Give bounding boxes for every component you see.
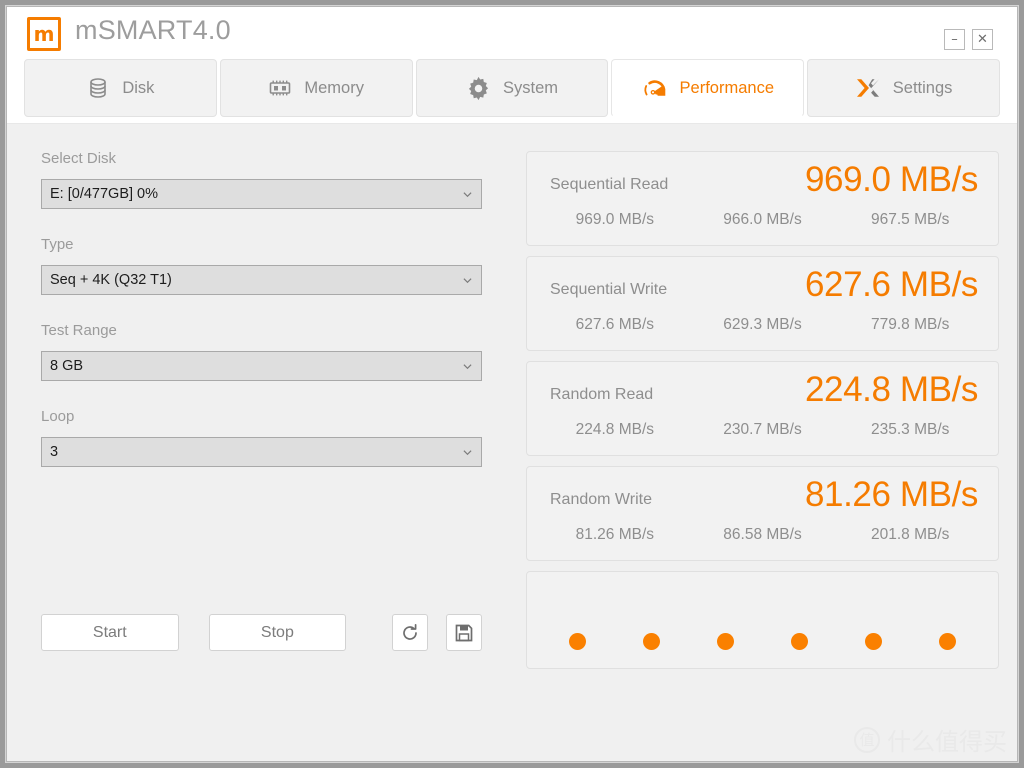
result-sub-value: 235.3 MB/s	[870, 421, 950, 438]
save-floppy-icon	[455, 624, 473, 641]
watermark: 值 什么值得买	[854, 722, 1007, 757]
test-configuration-panel: Select Disk E: [0/477GB] 0% Type Seq + 4…	[41, 150, 482, 494]
close-button[interactable]: ✕	[972, 29, 993, 50]
result-main-value: 81.26 MB/s	[804, 475, 978, 514]
speedometer-icon	[642, 75, 668, 101]
tab-label-performance: Performance	[679, 78, 775, 97]
tab-label-memory: Memory	[304, 78, 364, 97]
progress-dot-row	[547, 633, 978, 650]
result-sub-value: 969.0 MB/s	[575, 211, 655, 228]
save-button[interactable]	[446, 614, 482, 651]
tools-x-icon	[855, 76, 881, 100]
loop-dropdown[interactable]: 3	[41, 437, 482, 467]
title-bar: m mSMART4.0 – ✕	[7, 7, 1017, 59]
result-title: Random Read	[550, 386, 654, 403]
progress-panel	[526, 571, 999, 669]
result-card-sequential-read: Sequential Read 969.0 MB/s 969.0 MB/s 96…	[526, 151, 999, 246]
label-test-range: Test Range	[41, 322, 117, 339]
result-sub-values: 224.8 MB/s 230.7 MB/s 235.3 MB/s	[541, 421, 984, 439]
watermark-badge-icon: 值	[854, 726, 880, 753]
result-sub-value: 629.3 MB/s	[723, 316, 802, 333]
progress-dot	[717, 633, 734, 650]
start-button[interactable]: Start	[41, 614, 179, 651]
watermark-text: 什么值得买	[887, 728, 1007, 756]
result-sub-value: 224.8 MB/s	[575, 421, 655, 438]
result-sub-value: 201.8 MB/s	[870, 526, 950, 543]
field-test-range: Test Range 8 GB	[41, 322, 482, 381]
gear-icon	[466, 76, 491, 101]
app-logo-icon: m	[27, 17, 61, 51]
result-main-value: 969.0 MB/s	[804, 160, 978, 199]
result-sub-values: 81.26 MB/s 86.58 MB/s 201.8 MB/s	[541, 526, 984, 544]
progress-dot	[569, 633, 586, 650]
label-select-disk: Select Disk	[41, 150, 117, 167]
tab-label-settings: Settings	[892, 78, 953, 97]
result-sub-value: 81.26 MB/s	[575, 526, 655, 543]
chevron-down-icon	[463, 192, 472, 198]
refresh-icon	[403, 623, 417, 640]
tab-performance[interactable]: Performance	[611, 59, 805, 117]
tab-label-system: System	[502, 78, 558, 97]
application-window: m mSMART4.0 – ✕ Disk Memory System Perfo…	[6, 6, 1018, 762]
action-button-bar: Start Stop	[41, 614, 482, 651]
progress-dot	[939, 633, 956, 650]
field-select-disk: Select Disk E: [0/477GB] 0%	[41, 150, 482, 209]
result-title: Sequential Write	[550, 281, 668, 298]
tab-bar: Disk Memory System Performance Settings	[7, 59, 1017, 123]
result-card-sequential-write: Sequential Write 627.6 MB/s 627.6 MB/s 6…	[526, 256, 999, 351]
test-range-dropdown[interactable]: 8 GB	[41, 351, 482, 381]
content-area: Select Disk E: [0/477GB] 0% Type Seq + 4…	[7, 123, 1017, 761]
app-title: mSMART4.0	[75, 15, 231, 45]
result-main-value: 627.6 MB/s	[804, 265, 978, 304]
result-card-random-write: Random Write 81.26 MB/s 81.26 MB/s 86.58…	[526, 466, 999, 561]
chevron-down-icon	[463, 278, 472, 284]
result-sub-value: 627.6 MB/s	[575, 316, 655, 333]
progress-dot	[791, 633, 808, 650]
loop-value: 3	[50, 444, 59, 460]
tab-memory[interactable]: Memory	[219, 59, 413, 117]
label-loop: Loop	[41, 408, 75, 425]
select-disk-value: E: [0/477GB] 0%	[50, 186, 159, 202]
result-main-value: 224.8 MB/s	[804, 370, 978, 409]
result-sub-values: 627.6 MB/s 629.3 MB/s 779.8 MB/s	[541, 316, 984, 334]
type-dropdown[interactable]: Seq + 4K (Q32 T1)	[41, 265, 482, 295]
disk-icon	[86, 76, 110, 100]
label-type: Type	[41, 236, 74, 253]
benchmark-results-panel: Sequential Read 969.0 MB/s 969.0 MB/s 96…	[526, 151, 999, 669]
field-type: Type Seq + 4K (Q32 T1)	[41, 236, 482, 295]
test-range-value: 8 GB	[50, 358, 84, 374]
result-card-random-read: Random Read 224.8 MB/s 224.8 MB/s 230.7 …	[526, 361, 999, 456]
chevron-down-icon	[463, 450, 472, 456]
result-sub-value: 86.58 MB/s	[723, 526, 802, 543]
result-title: Random Write	[550, 491, 652, 508]
stop-button[interactable]: Stop	[208, 614, 347, 651]
tab-settings[interactable]: Settings	[807, 59, 1000, 117]
progress-dot	[643, 633, 660, 650]
result-sub-value: 779.8 MB/s	[870, 316, 950, 333]
type-value: Seq + 4K (Q32 T1)	[50, 272, 172, 288]
progress-dot	[865, 633, 882, 650]
tab-label-disk: Disk	[122, 78, 155, 97]
memory-icon	[268, 76, 292, 100]
result-sub-value: 230.7 MB/s	[723, 421, 802, 438]
result-title: Sequential Read	[550, 176, 669, 193]
refresh-button[interactable]	[392, 614, 429, 651]
result-sub-values: 969.0 MB/s 966.0 MB/s 967.5 MB/s	[541, 211, 984, 229]
field-loop: Loop 3	[41, 408, 482, 467]
result-sub-value: 967.5 MB/s	[870, 211, 950, 228]
minimize-button[interactable]: –	[944, 29, 965, 50]
result-sub-value: 966.0 MB/s	[723, 211, 802, 228]
tab-disk[interactable]: Disk	[24, 59, 217, 117]
select-disk-dropdown[interactable]: E: [0/477GB] 0%	[41, 179, 482, 209]
tab-system[interactable]: System	[415, 59, 609, 117]
chevron-down-icon	[463, 364, 472, 370]
